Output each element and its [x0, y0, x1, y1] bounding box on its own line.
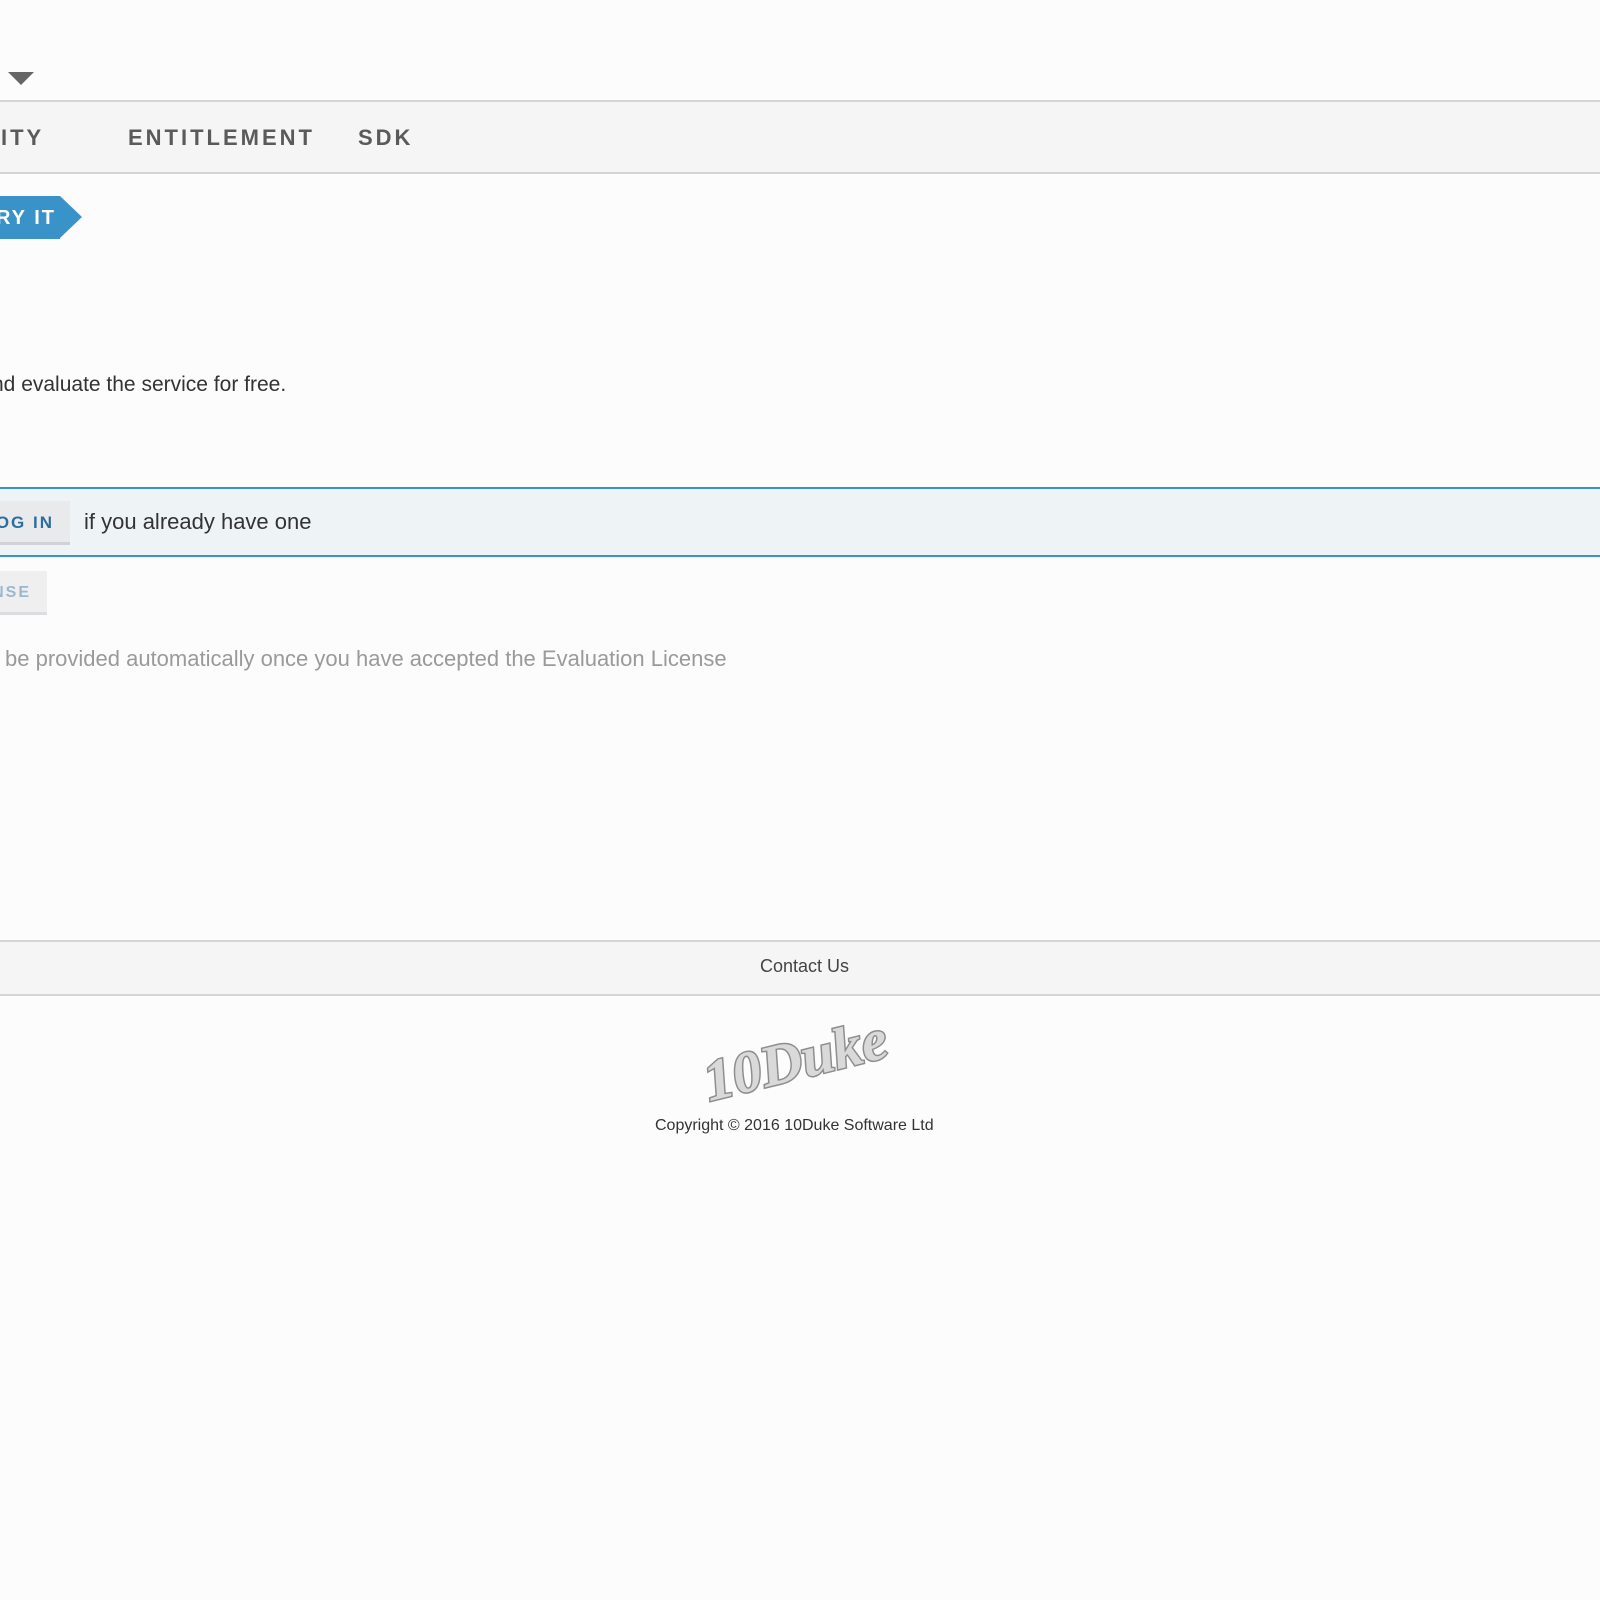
page: ENTITY ENTITLEMENT SDK RY IT nd evaluate… — [0, 0, 1600, 1600]
login-button[interactable]: OG IN — [0, 501, 70, 545]
nav-item-sdk[interactable]: SDK — [358, 102, 413, 172]
accept-license-button[interactable]: NSE — [0, 571, 47, 615]
logo-text: 10Duke — [697, 1006, 894, 1106]
nav-item-entitlement[interactable]: ENTITLEMENT — [128, 102, 315, 172]
login-strip: OG IN if you already have one — [0, 487, 1600, 557]
10duke-logo: 10Duke — [695, 1006, 895, 1106]
footer-bar: Contact Us — [0, 940, 1600, 996]
nav-item-identity[interactable]: ENTITY — [0, 102, 44, 172]
login-hint-text: if you already have one — [84, 509, 312, 534]
chevron-down-icon[interactable] — [8, 72, 34, 85]
intro-text: nd evaluate the service for free. — [0, 373, 287, 396]
try-it-ribbon[interactable]: RY IT — [0, 196, 82, 239]
main-nav: ENTITY ENTITLEMENT SDK — [0, 100, 1600, 174]
contact-us-link[interactable]: Contact Us — [760, 956, 849, 977]
license-note: l be provided automatically once you hav… — [0, 646, 727, 671]
try-it-label: RY IT — [0, 207, 56, 229]
copyright-text: Copyright © 2016 10Duke Software Ltd — [655, 1117, 934, 1134]
